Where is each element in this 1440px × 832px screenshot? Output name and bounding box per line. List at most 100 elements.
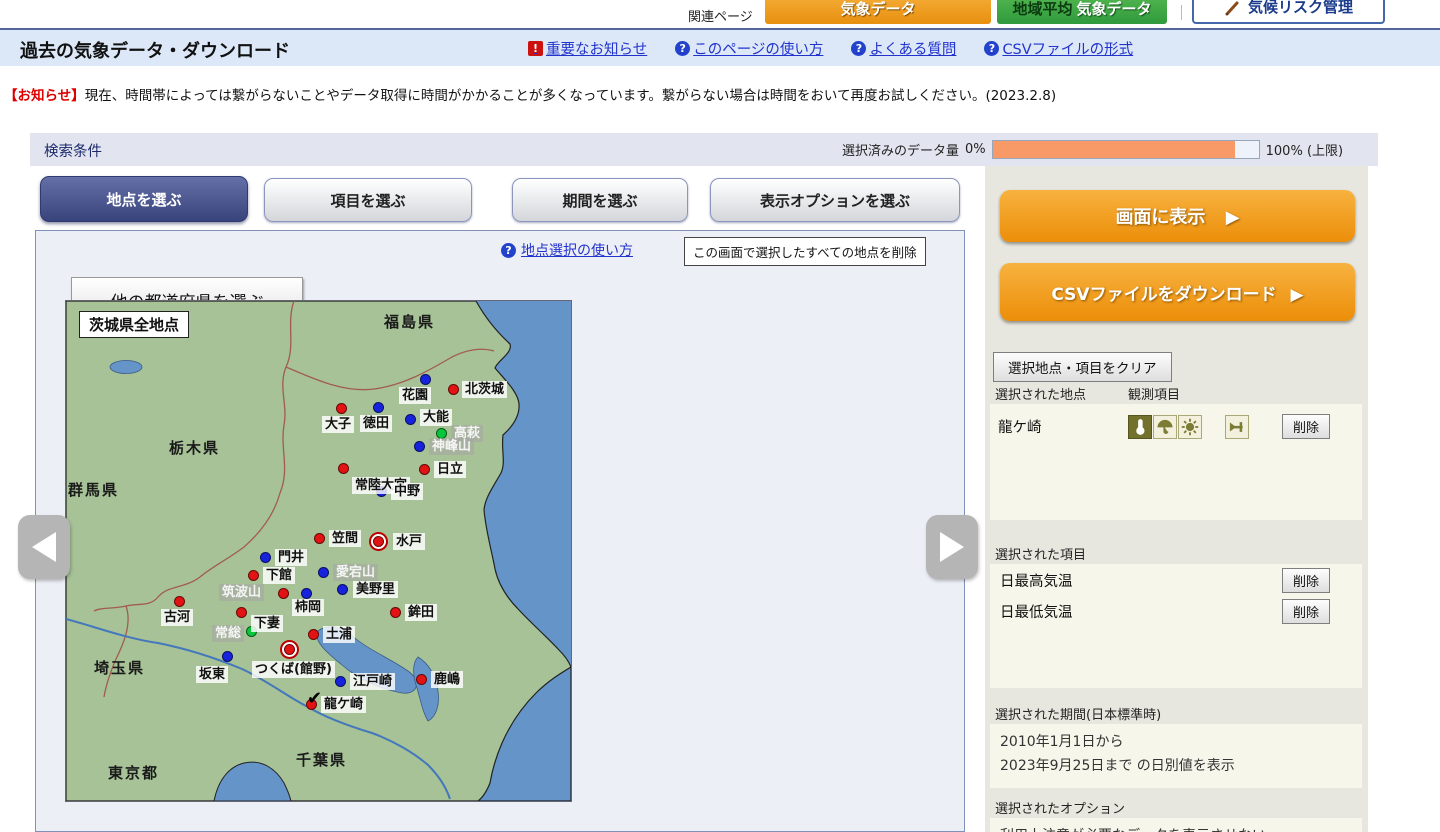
sunshine-icon [1178, 414, 1202, 439]
station-dot[interactable] [416, 674, 427, 685]
delete-all-stations-button[interactable]: この画面で選択したすべての地点を削除 [684, 237, 926, 266]
station-dot[interactable] [336, 403, 347, 414]
station-label[interactable]: 下妻 [251, 615, 284, 632]
station-label[interactable]: 坂東 [196, 666, 229, 683]
station-label[interactable]: 笠間 [329, 530, 362, 547]
map-prev-arrow[interactable] [18, 515, 70, 579]
station-dot[interactable] [314, 533, 325, 544]
station-dot[interactable] [420, 374, 431, 385]
station-dot[interactable] [419, 464, 430, 475]
badge-orange-label: 気象データ [840, 0, 916, 18]
delete-item-button[interactable]: 削除 [1281, 599, 1330, 624]
station-label[interactable]: 水戸 [393, 533, 426, 550]
header-link[interactable]: ? このページの使い方 [675, 38, 823, 59]
question-icon: ? [501, 242, 516, 258]
station-label[interactable]: 大能 [420, 409, 453, 426]
header-link[interactable]: ? CSVファイルの形式 [984, 38, 1133, 59]
station-label[interactable]: 北茨城 [462, 381, 508, 398]
station-label[interactable]: つくば(館野) [252, 661, 335, 678]
prefecture-label: 福島県 [384, 313, 436, 331]
selected-options-box: 利用上注意が必要なデータを表示させない [990, 818, 1362, 832]
station-label[interactable]: 鹿嶋 [431, 671, 464, 688]
station-select-help-link[interactable]: ? 地点選択の使い方 [501, 240, 633, 260]
play-arrow-icon: ▶ [1225, 207, 1240, 228]
clear-selection-button[interactable]: 選択地点・項目をクリア [993, 352, 1172, 382]
tab-select-period[interactable]: 期間を選ぶ [512, 178, 688, 222]
station-label[interactable]: 柿岡 [292, 599, 325, 616]
badge-green-label: 気象データ [1076, 0, 1152, 18]
station-label[interactable]: 門井 [275, 549, 308, 566]
station-label[interactable]: 中野 [391, 483, 424, 500]
precipitation-icon [1153, 414, 1177, 439]
selected-item-name: 日最高気温 [1000, 574, 1073, 590]
delete-station-button[interactable]: 削除 [1281, 414, 1330, 439]
station-dot[interactable] [373, 402, 384, 413]
header-link[interactable]: ! 重要なお知らせ [528, 38, 647, 59]
header-link[interactable]: ? よくある質問 [851, 38, 956, 59]
station-label[interactable]: 土浦 [323, 626, 356, 643]
station-dot[interactable] [318, 567, 329, 578]
badge-regional-average-data[interactable]: 地域平均 気象データ [997, 0, 1167, 24]
tab-select-options[interactable]: 表示オプションを選ぶ [710, 178, 960, 222]
csv-download-button[interactable]: CSVファイルをダウンロード ▶ [1000, 263, 1355, 321]
ibaraki-map[interactable]: 茨城県全地点 福島県 栃木県 群馬県 埼玉県 東京都 千葉県 花園 北茨城 大子 徳田 大能 高萩 神峰… [65, 300, 572, 802]
temperature-icon [1128, 414, 1152, 439]
selected-period-line: 2023年9月25日まで の日別値を表示 [1000, 758, 1235, 774]
station-dot[interactable] [308, 629, 319, 640]
data-usage-label: 選択済みのデータ量 [842, 144, 960, 159]
station-dot[interactable] [335, 676, 346, 687]
station-dot[interactable] [301, 588, 312, 599]
data-usage-max: 100% (上限) [1265, 144, 1344, 159]
station-label[interactable]: 江戸崎 [350, 673, 396, 690]
header-link-label: よくある質問 [869, 42, 957, 58]
observation-icons [1128, 414, 1250, 439]
station-select-help-label: 地点選択の使い方 [521, 243, 633, 259]
question-icon: ? [851, 41, 867, 56]
station-dot[interactable] [405, 414, 416, 425]
station-dot[interactable] [338, 463, 349, 474]
station-label[interactable]: 龍ケ崎 [321, 696, 367, 713]
station-label[interactable]: 常総 [212, 625, 245, 642]
badge-climate-risk[interactable]: 気候リスク管理 [1192, 0, 1385, 24]
map-next-arrow[interactable] [926, 515, 978, 579]
tab-select-station[interactable]: 地点を選ぶ [40, 176, 248, 222]
search-condition-header: 検索条件 選択済みのデータ量 0% 100% (上限) [30, 133, 1378, 166]
station-label[interactable]: 鉾田 [405, 604, 438, 621]
badge-outline-label: 気候リスク管理 [1247, 0, 1353, 16]
station-dot[interactable] [278, 588, 289, 599]
selected-period-line: 2010年1月1日から [1000, 734, 1124, 750]
station-label[interactable]: 古河 [161, 609, 194, 626]
station-label[interactable]: 美野里 [353, 581, 399, 598]
show-on-screen-label: 画面に表示 [1115, 207, 1206, 228]
badge-latest-weather-data[interactable]: 気象データ [765, 0, 991, 24]
station-dot[interactable] [260, 552, 271, 563]
tab-select-items[interactable]: 項目を選ぶ [264, 178, 472, 222]
station-label[interactable]: 下館 [263, 567, 296, 584]
station-dot[interactable] [373, 536, 384, 547]
station-label[interactable]: 神峰山 [429, 438, 475, 455]
station-dot[interactable] [174, 596, 185, 607]
station-dot[interactable] [222, 651, 233, 662]
observation-items-header: 観測項目 [1128, 388, 1181, 403]
station-dot[interactable] [284, 644, 295, 655]
station-label[interactable]: 大子 [322, 416, 355, 433]
prefecture-label: 埼玉県 [94, 659, 146, 677]
station-label[interactable]: 愛宕山 [333, 564, 379, 581]
station-label[interactable]: 徳田 [360, 415, 393, 432]
station-dot[interactable] [390, 607, 401, 618]
delete-item-button[interactable]: 削除 [1281, 568, 1330, 593]
selected-period-header: 選択された期間(日本標準時) [995, 708, 1162, 723]
selected-item-row: 日最低気温 削除 [990, 595, 1362, 626]
top-strip: 関連ページ 気象データ 地域平均 気象データ ｜ 気候リスク管理 [0, 0, 1440, 27]
selected-stations-header: 選択された地点 [995, 388, 1087, 403]
station-label[interactable]: 筑波山 [219, 584, 265, 601]
station-dot[interactable] [414, 441, 425, 452]
station-dot[interactable] [448, 384, 459, 395]
station-label[interactable]: 花園 [399, 387, 432, 404]
station-label[interactable]: 日立 [434, 461, 467, 478]
station-dot[interactable] [236, 607, 247, 618]
selected-items-box: 日最高気温 削除 日最低気温 削除 [990, 564, 1362, 688]
station-dot[interactable] [337, 584, 348, 595]
station-dot[interactable] [248, 570, 259, 581]
show-on-screen-button[interactable]: 画面に表示 ▶ [1000, 190, 1355, 242]
